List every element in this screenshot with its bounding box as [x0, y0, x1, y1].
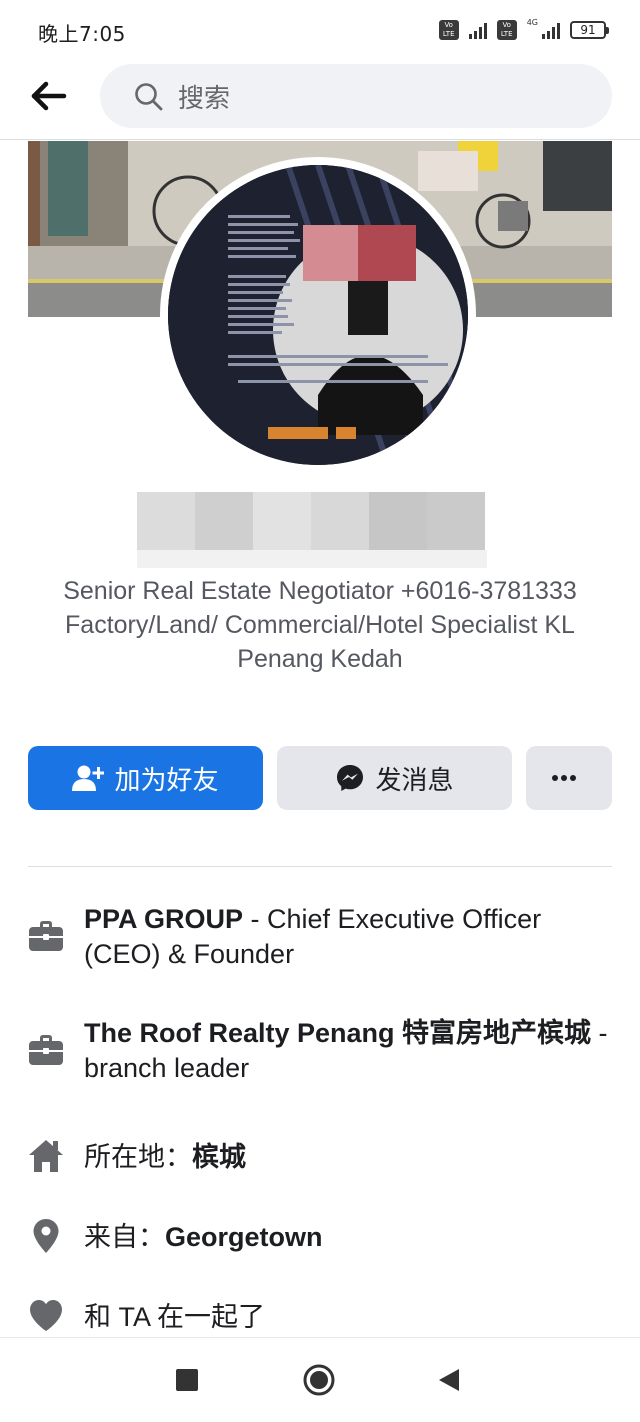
work-company-1: PPA GROUP	[84, 904, 244, 934]
status-time: 晚上7:05	[38, 22, 126, 46]
circle-icon[interactable]	[303, 1364, 335, 1396]
system-nav-bar	[0, 1337, 640, 1422]
signal-icon	[468, 21, 487, 39]
heart-icon	[30, 1300, 62, 1331]
profile-avatar[interactable]	[160, 157, 476, 473]
section-divider	[28, 866, 612, 867]
add-friend-icon	[72, 765, 105, 791]
hometown-prefix: 来自：	[84, 1222, 165, 1252]
status-icons: Vo LTE Vo LTE 4G 91	[438, 17, 609, 40]
status-bar: 晚上7:05 Vo LTE Vo LTE 4G 91	[0, 0, 640, 62]
arrow-left-icon	[31, 81, 67, 111]
more-options-button[interactable]	[526, 746, 612, 810]
avatar	[168, 165, 468, 465]
location-pin-icon	[33, 1219, 59, 1253]
add-friend-label: 加为好友	[114, 765, 219, 796]
square-icon[interactable]	[176, 1369, 198, 1391]
volte-icon: Vo LTE	[438, 20, 459, 40]
more-dots-icon	[552, 775, 576, 781]
signal-icon-2	[542, 21, 560, 39]
briefcase-icon	[29, 921, 63, 951]
lives-in-prefix: 所在地：	[84, 1142, 192, 1172]
message-label: 发消息	[375, 765, 454, 796]
work-company-2: The Roof Realty Penang 特富房地产槟城	[84, 1018, 592, 1048]
avatar-image	[168, 165, 468, 465]
hometown-value: Georgetown	[165, 1222, 323, 1252]
triangle-back-icon[interactable]	[438, 1368, 460, 1392]
search-icon	[135, 83, 163, 111]
top-nav: 搜索	[0, 62, 640, 140]
profile-bio: Senior Real Estate Negotiator +6016-3781…	[63, 577, 577, 673]
back-button[interactable]	[30, 80, 70, 112]
message-button[interactable]: 发消息	[277, 746, 512, 810]
add-friend-button[interactable]: 加为好友	[28, 746, 263, 810]
search-placeholder: 搜索	[178, 84, 231, 114]
lives-in-value: 槟城	[192, 1142, 246, 1172]
briefcase-icon	[29, 1035, 63, 1065]
profile-name-redacted	[137, 492, 487, 568]
network-type: 4G	[526, 17, 538, 27]
relationship-text: 和 TA 在一起了	[84, 1302, 266, 1332]
search-input[interactable]: 搜索	[100, 64, 612, 128]
messenger-icon	[337, 765, 364, 791]
battery-icon: 91	[570, 21, 609, 39]
volte-icon-2: Vo LTE	[496, 20, 517, 40]
home-icon	[29, 1140, 63, 1172]
